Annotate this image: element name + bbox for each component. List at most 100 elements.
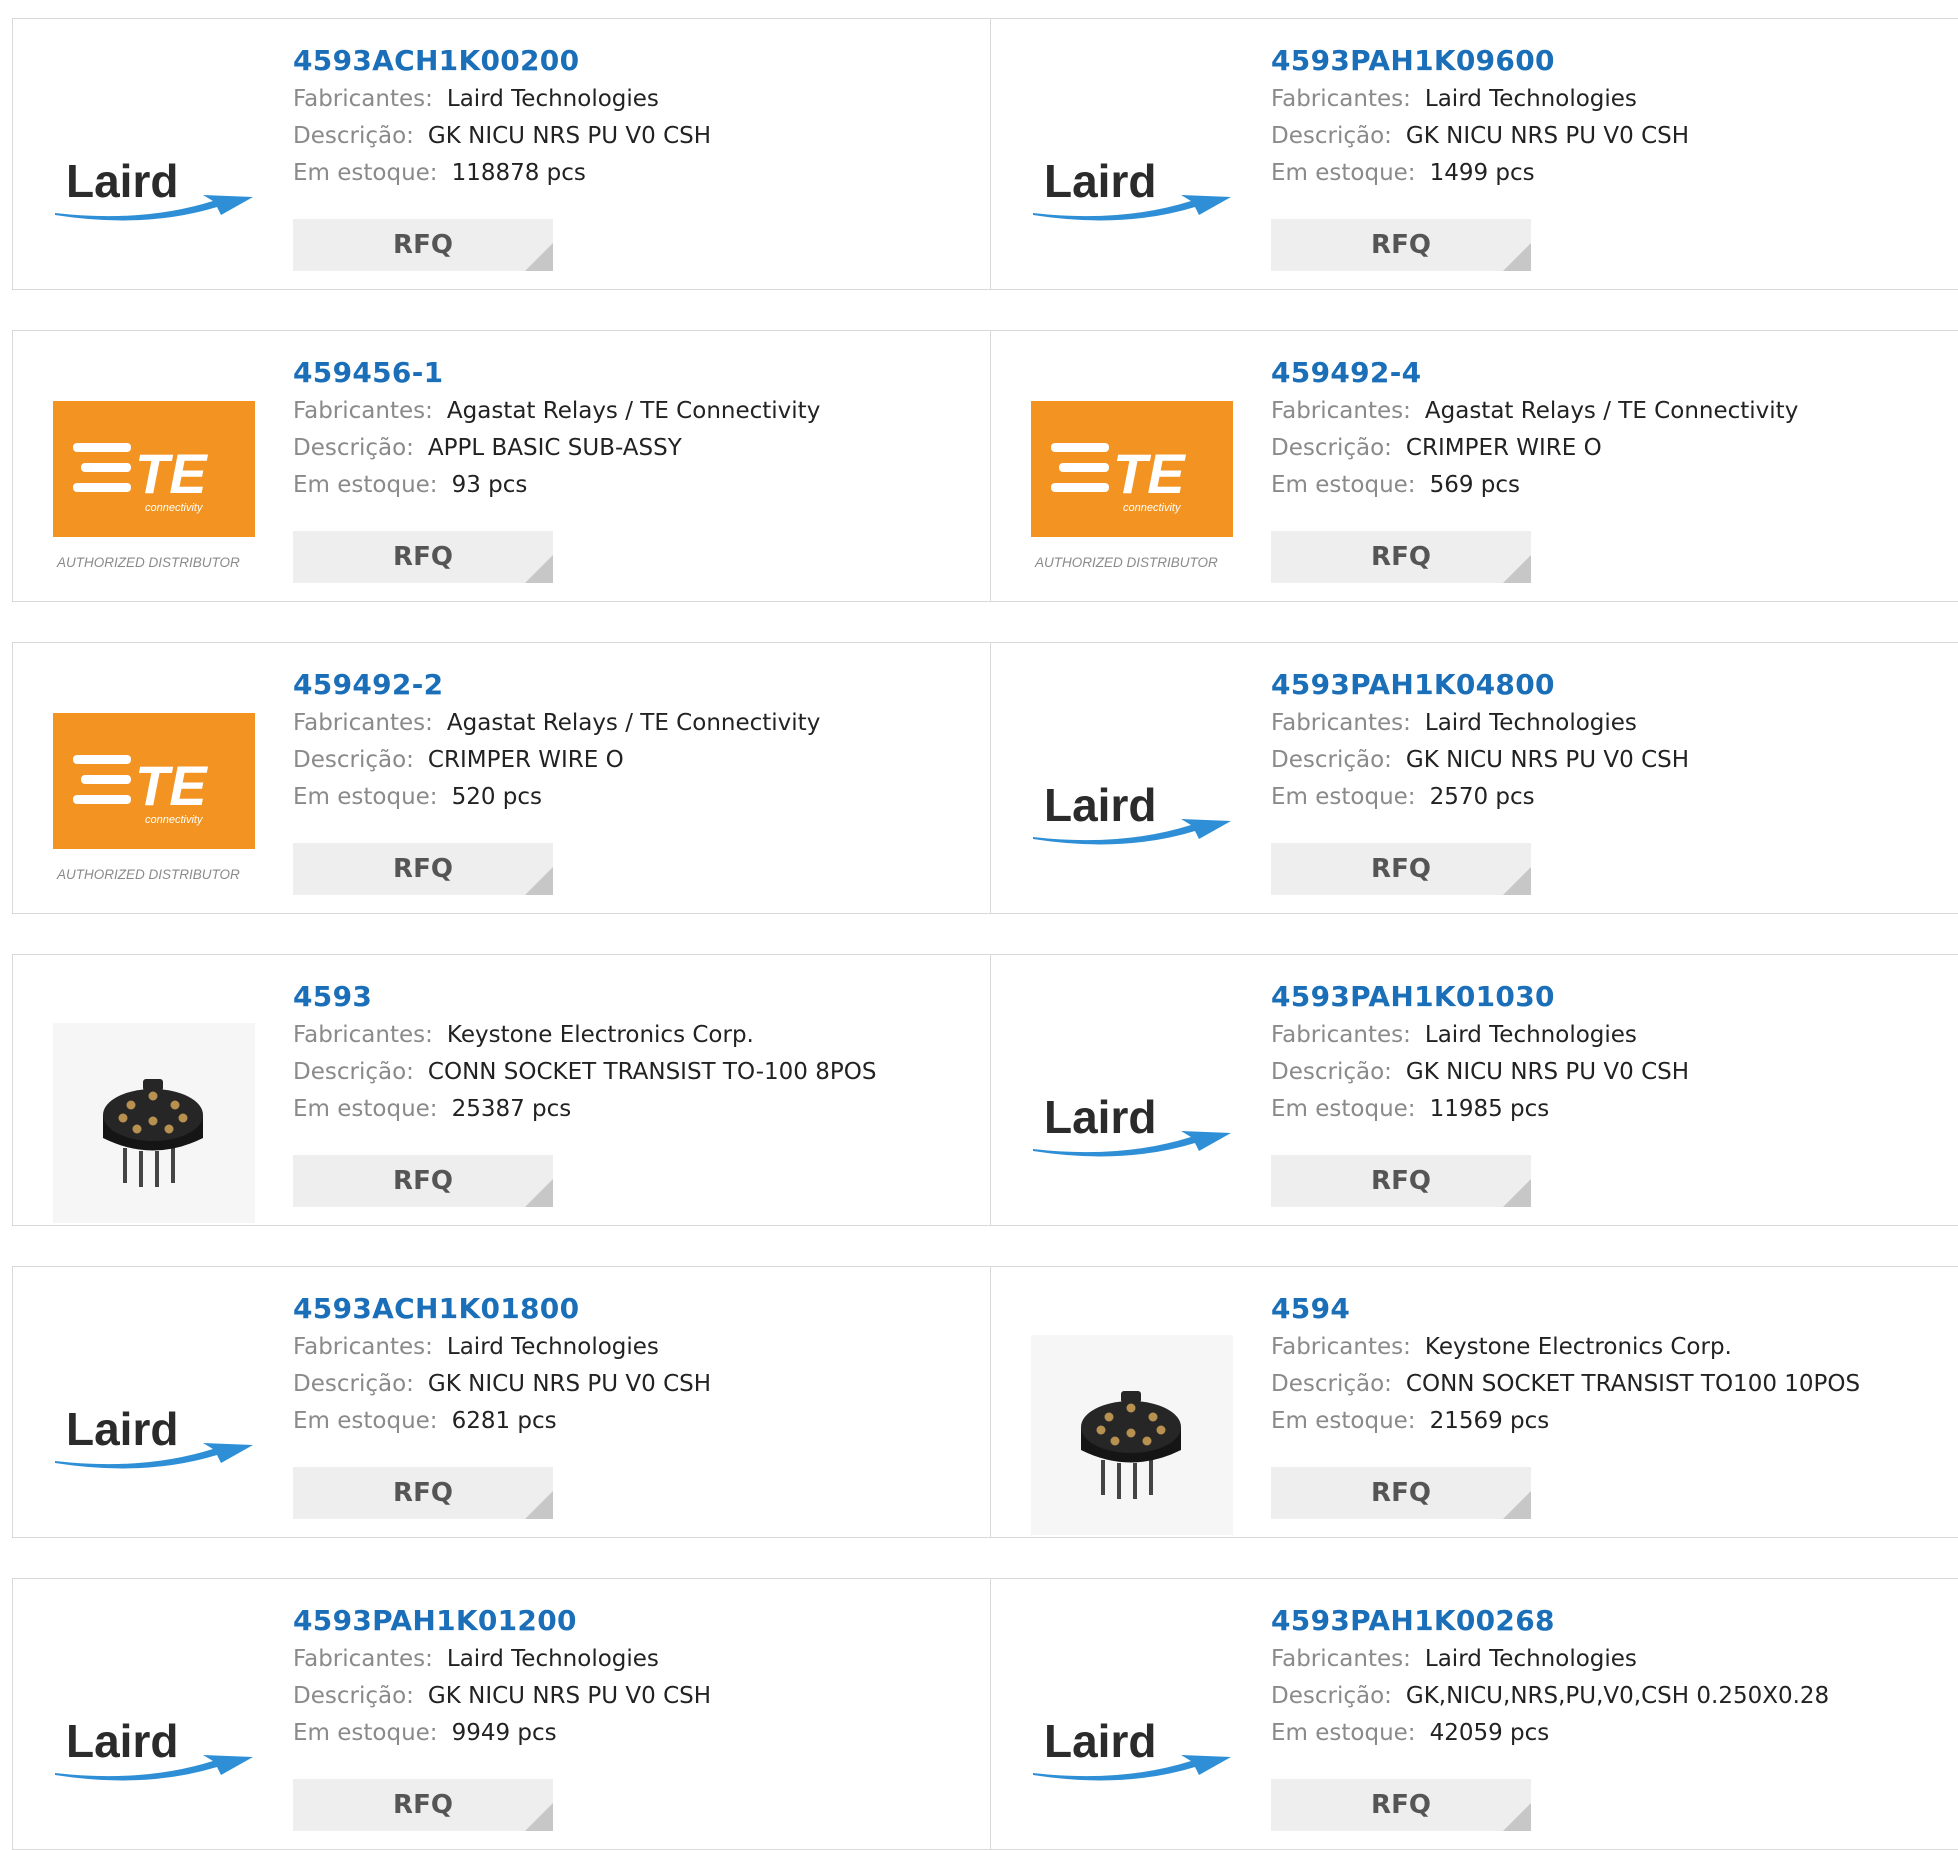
manufacturer-label: Fabricantes: — [1271, 1646, 1411, 1672]
socket-image — [1031, 1335, 1233, 1535]
stock-value: 2570 pcs — [1429, 784, 1535, 810]
manufacturer-logo[interactable]: Laird — [53, 87, 255, 287]
manufacturer-line: Fabricantes: Laird Technologies — [1271, 1017, 1951, 1054]
te-logo: TEconnectivity AUTHORIZED DISTRIBUTOR — [53, 713, 255, 882]
stock-line: Em estoque: 520 pcs — [293, 779, 973, 816]
part-number-link[interactable]: 459456-1 — [293, 353, 973, 393]
manufacturer-label: Fabricantes: — [293, 398, 433, 424]
part-number-link[interactable]: 4593PAH1K00268 — [1271, 1601, 1951, 1641]
description-value: GK NICU NRS PU V0 CSH — [1405, 1059, 1690, 1085]
stock-label: Em estoque: — [293, 1720, 438, 1746]
rfq-button[interactable]: RFQ — [1271, 1467, 1531, 1519]
manufacturer-logo[interactable]: Laird — [1031, 1647, 1233, 1847]
manufacturer-label: Fabricantes: — [1271, 1022, 1411, 1048]
stock-line: Em estoque: 1499 pcs — [1271, 155, 1951, 192]
description-line: Descrição: APPL BASIC SUB-ASSY — [293, 430, 973, 467]
laird-logo-text: Laird — [1044, 1715, 1156, 1767]
part-number-link[interactable]: 459492-2 — [293, 665, 973, 705]
description-line: Descrição: CONN SOCKET TRANSIST TO100 10P… — [1271, 1366, 1951, 1403]
product-row: 4593 Fabricantes: Keystone Electronics Cor… — [12, 954, 1958, 1226]
description-label: Descrição: — [1271, 435, 1392, 461]
manufacturer-value: Agastat Relays / TE Connectivity — [1424, 398, 1799, 424]
manufacturer-logo[interactable]: Laird — [53, 1335, 255, 1535]
stock-line: Em estoque: 21569 pcs — [1271, 1403, 1951, 1440]
rfq-button[interactable]: RFQ — [1271, 1155, 1531, 1207]
manufacturer-logo[interactable]: TE connectivity AUTHORIZED DISTRIBUTOR — [53, 711, 255, 911]
laird-logo: Laird — [1033, 155, 1231, 221]
stock-value: 118878 pcs — [451, 160, 586, 186]
rfq-button[interactable]: RFQ — [1271, 531, 1531, 583]
rfq-button[interactable]: RFQ — [293, 843, 553, 895]
manufacturer-value: Agastat Relays / TE Connectivity — [446, 398, 821, 424]
part-number-link[interactable]: 4593PAH1K09600 — [1271, 41, 1951, 81]
stock-label: Em estoque: — [293, 1096, 438, 1122]
product-row: Laird 4593ACH1K01800 Fabricantes: Laird Tec… — [12, 1266, 1958, 1538]
te-logo-text: TE — [1113, 442, 1186, 505]
stock-value: 569 pcs — [1429, 472, 1521, 498]
rfq-button[interactable]: RFQ — [293, 219, 553, 271]
product-row: Laird 4593ACH1K00200 Fabricantes: Laird Tec… — [12, 18, 1958, 290]
rfq-button[interactable]: RFQ — [293, 1155, 553, 1207]
manufacturer-line: Fabricantes: Laird Technologies — [293, 1329, 973, 1366]
part-number-link[interactable]: 4593PAH1K04800 — [1271, 665, 1951, 705]
product-card: TE connectivity AUTHORIZED DISTRIBUTOR 4594… — [991, 331, 1958, 601]
part-number-link[interactable]: 4593ACH1K00200 — [293, 41, 973, 81]
description-value: CONN SOCKET TRANSIST TO100 10POS — [1405, 1371, 1861, 1397]
manufacturer-logo[interactable]: TE connectivity AUTHORIZED DISTRIBUTOR — [1031, 399, 1233, 599]
laird-logo: Laird — [1033, 1715, 1231, 1781]
manufacturer-line: Fabricantes: Laird Technologies — [293, 81, 973, 118]
manufacturer-logo[interactable] — [53, 1023, 255, 1223]
product-row: Laird 4593PAH1K01200 Fabricantes: Laird Tec… — [12, 1578, 1958, 1850]
stock-line: Em estoque: 2570 pcs — [1271, 779, 1951, 816]
rfq-button[interactable]: RFQ — [293, 1779, 553, 1831]
manufacturer-label: Fabricantes: — [293, 710, 433, 736]
te-logo-sub: connectivity — [145, 502, 204, 514]
stock-value: 21569 pcs — [1429, 1408, 1550, 1434]
laird-logo: Laird — [55, 155, 253, 221]
stock-line: Em estoque: 25387 pcs — [293, 1091, 973, 1128]
manufacturer-value: Keystone Electronics Corp. — [1424, 1334, 1732, 1360]
manufacturer-label: Fabricantes: — [1271, 86, 1411, 112]
manufacturer-logo[interactable]: Laird — [1031, 1023, 1233, 1223]
manufacturer-line: Fabricantes: Laird Technologies — [293, 1641, 973, 1678]
stock-line: Em estoque: 569 pcs — [1271, 467, 1951, 504]
part-number-link[interactable]: 4594 — [1271, 1289, 1951, 1329]
part-number-link[interactable]: 4593 — [293, 977, 973, 1017]
manufacturer-value: Laird Technologies — [1424, 86, 1637, 112]
product-card: Laird 4593PAH1K04800 Fabricantes: Laird Tec… — [991, 643, 1958, 913]
part-number-link[interactable]: 4593PAH1K01200 — [293, 1601, 973, 1641]
description-value: APPL BASIC SUB-ASSY — [427, 435, 682, 461]
manufacturer-value: Laird Technologies — [1424, 1646, 1637, 1672]
rfq-button[interactable]: RFQ — [1271, 1779, 1531, 1831]
description-label: Descrição: — [293, 1371, 414, 1397]
manufacturer-label: Fabricantes: — [1271, 1334, 1411, 1360]
description-value: CONN SOCKET TRANSIST TO-100 8POS — [427, 1059, 877, 1085]
description-label: Descrição: — [1271, 1371, 1392, 1397]
manufacturer-line: Fabricantes: Laird Technologies — [1271, 705, 1951, 742]
part-number-link[interactable]: 4593PAH1K01030 — [1271, 977, 1951, 1017]
rfq-button[interactable]: RFQ — [1271, 843, 1531, 895]
laird-logo-text: Laird — [66, 1403, 178, 1455]
product-info: 4593PAH1K01200 Fabricantes: Laird Technolo… — [293, 1601, 973, 1752]
te-logo-tagline: AUTHORIZED DISTRIBUTOR — [56, 867, 240, 882]
product-card: TE connectivity AUTHORIZED DISTRIBUTOR 4594… — [13, 643, 991, 913]
manufacturer-logo[interactable]: Laird — [53, 1647, 255, 1847]
manufacturer-logo[interactable] — [1031, 1335, 1233, 1535]
manufacturer-logo[interactable]: TE connectivity AUTHORIZED DISTRIBUTOR — [53, 399, 255, 599]
description-value: GK NICU NRS PU V0 CSH — [427, 123, 712, 149]
manufacturer-logo[interactable]: Laird — [1031, 87, 1233, 287]
part-number-link[interactable]: 459492-4 — [1271, 353, 1951, 393]
rfq-button[interactable]: RFQ — [293, 1467, 553, 1519]
te-logo: TEconnectivity AUTHORIZED DISTRIBUTOR — [1031, 401, 1233, 570]
product-card: TE connectivity AUTHORIZED DISTRIBUTOR 4594… — [13, 331, 991, 601]
laird-logo-text: Laird — [1044, 779, 1156, 831]
part-number-link[interactable]: 4593ACH1K01800 — [293, 1289, 973, 1329]
manufacturer-logo[interactable]: Laird — [1031, 711, 1233, 911]
rfq-button[interactable]: RFQ — [1271, 219, 1531, 271]
description-line: Descrição: CONN SOCKET TRANSIST TO-100 8P… — [293, 1054, 973, 1091]
rfq-button[interactable]: RFQ — [293, 531, 553, 583]
laird-logo-text: Laird — [66, 1715, 178, 1767]
product-info: 4593PAH1K01030 Fabricantes: Laird Technolo… — [1271, 977, 1951, 1128]
manufacturer-value: Agastat Relays / TE Connectivity — [446, 710, 821, 736]
laird-logo-text: Laird — [1044, 155, 1156, 207]
